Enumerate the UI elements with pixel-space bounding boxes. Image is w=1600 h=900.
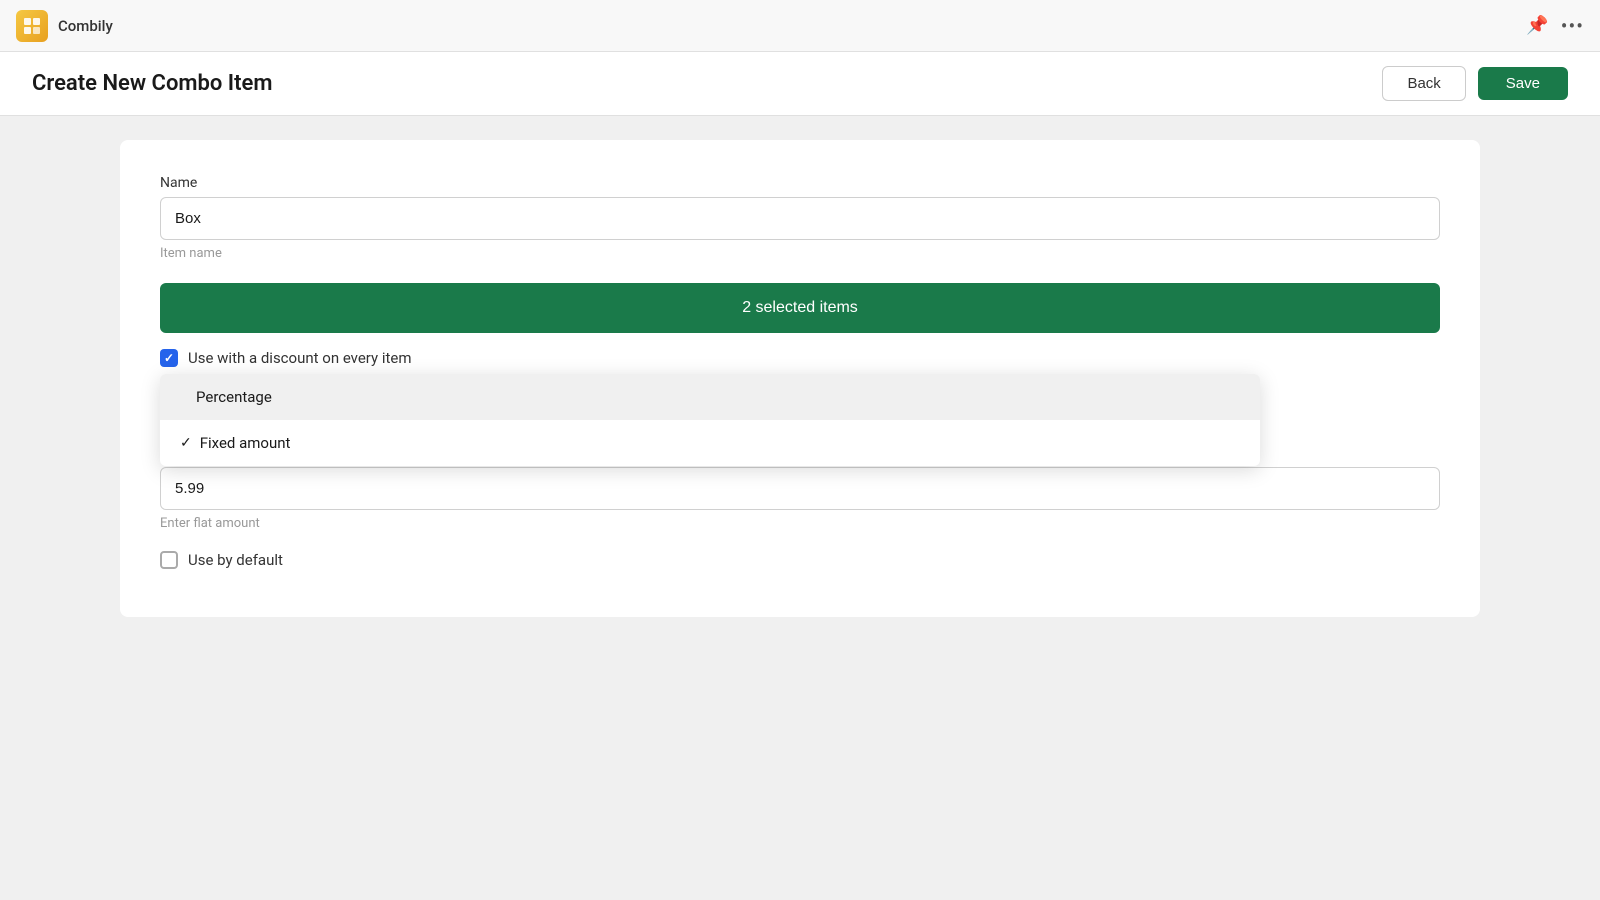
more-options-icon[interactable]: ••• (1561, 14, 1584, 38)
discount-type-dropdown[interactable]: Percentage Fixed amount (160, 374, 1260, 466)
name-hint: Item name (160, 246, 1440, 261)
back-button[interactable]: Back (1382, 66, 1465, 101)
form-card: Name Item name 2 selected items Use with… (120, 140, 1480, 617)
dropdown-item-percentage[interactable]: Percentage (160, 374, 1260, 420)
app-name: Combily (58, 17, 113, 35)
discount-checkbox-label: Use with a discount on every item (188, 349, 412, 367)
use-by-default-checkbox[interactable] (160, 551, 178, 569)
name-input[interactable] (160, 197, 1440, 240)
save-button[interactable]: Save (1478, 67, 1568, 100)
topbar-right: 📌 ••• (1526, 14, 1584, 38)
page-header: Create New Combo Item Back Save (0, 52, 1600, 116)
topbar: Combily 📌 ••• (0, 0, 1600, 52)
value-hint: Enter flat amount (160, 516, 1440, 531)
topbar-left: Combily (16, 10, 113, 42)
percentage-label: Percentage (196, 388, 272, 406)
name-field-group: Name Item name (160, 172, 1440, 261)
dropdown-item-fixed[interactable]: Fixed amount (160, 420, 1260, 466)
main-content: Name Item name 2 selected items Use with… (0, 116, 1600, 641)
header-buttons: Back Save (1382, 66, 1568, 101)
selected-items-button[interactable]: 2 selected items (160, 283, 1440, 333)
pin-icon[interactable]: 📌 (1526, 15, 1548, 36)
use-by-default-row: Use by default (160, 551, 1440, 569)
fixed-amount-label: Fixed amount (200, 434, 291, 452)
value-input[interactable] (160, 467, 1440, 510)
discount-checkbox[interactable] (160, 349, 178, 367)
discount-type-container: Percentage Fixed amount Fixed amount Per… (160, 379, 1440, 424)
discount-checkbox-row: Use with a discount on every item (160, 349, 1440, 367)
page-title: Create New Combo Item (32, 71, 272, 96)
app-logo (16, 10, 48, 42)
use-by-default-label: Use by default (188, 551, 283, 569)
name-label: Name (160, 175, 197, 191)
